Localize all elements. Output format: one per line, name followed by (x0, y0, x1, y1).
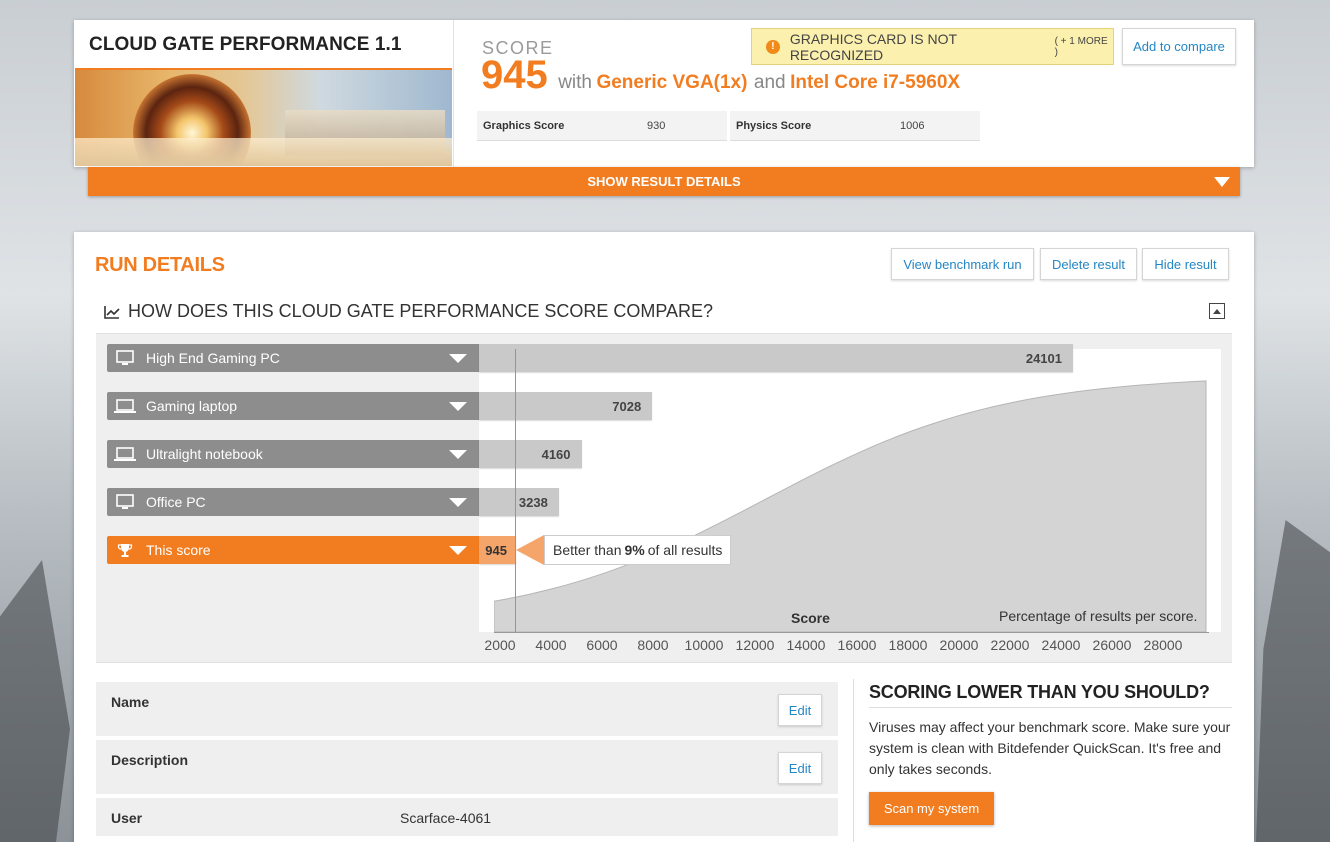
score-value: 945 (481, 53, 548, 97)
cpu-link[interactable]: Intel Core i7-5960X (790, 72, 960, 93)
graphics-score-cell: Graphics Score 930 (477, 111, 727, 141)
category-label: High End Gaming PC (146, 350, 280, 366)
info-row-user: User Scarface-4061 (96, 798, 838, 838)
scoring-lower-promo: SCORING LOWER THAN YOU SHOULD? Viruses m… (853, 679, 1233, 842)
collapse-icon[interactable] (1209, 303, 1225, 319)
warning-banner[interactable]: ! GRAPHICS CARD IS NOT RECOGNIZED ( + 1 … (751, 28, 1114, 65)
chevron-down-icon[interactable] (449, 354, 467, 363)
scan-my-system-button[interactable]: Scan my system (869, 792, 994, 825)
edit-description-button[interactable]: Edit (778, 752, 822, 784)
chevron-down-icon[interactable] (449, 450, 467, 459)
desktop-icon (114, 494, 136, 510)
benchmark-thumbnail (75, 68, 452, 166)
laptop-icon (114, 398, 136, 414)
info-label: Name (111, 694, 150, 710)
trophy-icon (114, 542, 136, 558)
x-tick-label: 24000 (1041, 637, 1081, 653)
x-tick-label: 18000 (888, 637, 928, 653)
category-selector-0[interactable]: High End Gaming PC (107, 344, 479, 372)
divider (453, 20, 454, 167)
subscore-value: 930 (647, 119, 666, 132)
percentile-callout: Better than 9% of all results (544, 535, 732, 565)
info-label: User (111, 810, 143, 826)
compare-heading: HOW DOES THIS CLOUD GATE PERFORMANCE SCO… (104, 301, 713, 322)
bar-2: 4160 (479, 440, 582, 468)
run-details-card: RUN DETAILS View benchmark run Delete re… (74, 232, 1254, 842)
category-label: Gaming laptop (146, 398, 238, 414)
chevron-down-icon[interactable] (449, 498, 467, 507)
x-tick-label: 6000 (586, 637, 618, 653)
line-chart-icon (104, 305, 120, 319)
x-axis (494, 632, 1209, 633)
user-value[interactable]: Scarface-4061 (400, 810, 491, 826)
bar-1: 7028 (479, 392, 653, 420)
warning-icon: ! (766, 39, 780, 54)
divider (869, 707, 1232, 708)
score-with-text: with (558, 72, 592, 93)
chevron-down-icon[interactable] (449, 546, 467, 555)
promo-title: SCORING LOWER THAN YOU SHOULD? (869, 682, 1210, 702)
subscore-value: 1006 (900, 119, 925, 132)
x-tick-label: 26000 (1092, 637, 1132, 653)
delete-result-button[interactable]: Delete result (1040, 248, 1137, 280)
info-row-name: Name Edit (96, 682, 838, 738)
distribution-label: Percentage of results per score. (999, 608, 1198, 624)
info-row-description: Description Edit (96, 740, 838, 796)
subscore-label: Physics Score (736, 119, 812, 132)
gpu-link[interactable]: Generic VGA(1x) (596, 72, 747, 93)
background-rock (1256, 520, 1330, 842)
show-result-details-bar[interactable]: SHOW RESULT DETAILS (88, 167, 1240, 196)
benchmark-title: CLOUD GATE PERFORMANCE 1.1 (89, 34, 402, 55)
desktop-icon (114, 350, 136, 366)
subscores-table: Graphics Score 930 Physics Score 1006 (477, 111, 983, 141)
promo-text: Viruses may affect your benchmark score.… (869, 719, 1231, 777)
bar-4: 945 (479, 536, 516, 564)
x-tick-label: 8000 (637, 637, 669, 653)
show-result-details-label: SHOW RESULT DETAILS (587, 174, 741, 189)
bar-0: 24101 (479, 344, 1073, 372)
x-tick-label: 16000 (837, 637, 877, 653)
x-axis-label: Score (791, 610, 830, 626)
category-selector-1[interactable]: Gaming laptop (107, 392, 479, 420)
x-tick-label: 28000 (1143, 637, 1183, 653)
chevron-down-icon (1214, 177, 1230, 187)
laptop-icon (114, 446, 136, 462)
x-tick-label: 12000 (735, 637, 775, 653)
hide-result-button[interactable]: Hide result (1142, 248, 1229, 280)
x-tick-label: 2000 (484, 637, 516, 653)
category-label: Office PC (146, 494, 206, 510)
chevron-down-icon[interactable] (449, 402, 467, 411)
warning-more[interactable]: ( + 1 MORE ) (1055, 36, 1113, 58)
x-tick-label: 14000 (786, 637, 826, 653)
view-benchmark-run-button[interactable]: View benchmark run (891, 248, 1034, 280)
info-label: Description (111, 752, 189, 768)
physics-score-cell: Physics Score 1006 (730, 111, 980, 141)
category-label: This score (146, 542, 211, 558)
add-to-compare-button[interactable]: Add to compare (1122, 28, 1236, 65)
category-selector-3[interactable]: Office PC (107, 488, 479, 516)
subscore-label: Graphics Score (483, 119, 565, 132)
category-label: Ultralight notebook (146, 446, 263, 462)
this-score-marker (515, 349, 516, 633)
category-selector-4[interactable]: This score (107, 536, 479, 564)
callout-suffix: of all results (647, 542, 723, 558)
edit-name-button[interactable]: Edit (778, 694, 822, 726)
callout-prefix: Better than (553, 542, 622, 558)
x-tick-label: 22000 (990, 637, 1030, 653)
x-tick-label: 4000 (535, 637, 567, 653)
category-selector-2[interactable]: Ultralight notebook (107, 440, 479, 468)
warning-text: GRAPHICS CARD IS NOT RECOGNIZED (789, 30, 957, 63)
x-tick-label: 10000 (684, 637, 724, 653)
callout-arrow (516, 535, 544, 565)
callout-percent: 9% (624, 542, 645, 558)
x-tick-label: 20000 (939, 637, 979, 653)
bar-3: 3238 (479, 488, 559, 516)
background-rock (0, 560, 70, 842)
comparison-chart: Score Percentage of results per score. H… (96, 333, 1232, 663)
compare-heading-text: HOW DOES THIS CLOUD GATE PERFORMANCE SCO… (128, 301, 714, 321)
result-summary-card: CLOUD GATE PERFORMANCE 1.1 SCORE 945 wit… (74, 20, 1254, 167)
score-and-text: and (753, 72, 786, 93)
run-details-title: RUN DETAILS (95, 254, 225, 276)
